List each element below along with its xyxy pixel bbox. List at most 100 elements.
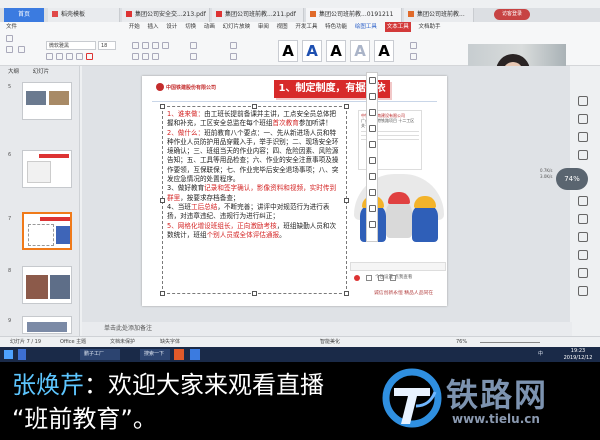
numbering-icon[interactable] (142, 53, 149, 60)
slide-thumb-7[interactable] (22, 212, 72, 250)
tab-template[interactable]: 稻壳模板 (48, 8, 120, 22)
font-name-select[interactable]: 微软雅黑 (46, 41, 96, 50)
mini-tool-icon[interactable] (390, 275, 396, 281)
resize-handle-tl[interactable] (160, 104, 165, 109)
menu-file[interactable]: 文件 (6, 22, 17, 32)
menu-slideshow[interactable]: 幻灯片放映 (223, 22, 251, 32)
shape-fill-icon[interactable] (369, 109, 376, 116)
resize-handle-br[interactable] (344, 291, 349, 296)
taskbar-item-1[interactable]: 鹏子工厂 (80, 349, 120, 360)
properties-icon[interactable] (578, 96, 588, 106)
resize-handle-bl[interactable] (160, 291, 165, 296)
notes-pane[interactable]: 单击此处添加备注 (82, 322, 572, 336)
taskbar-browser-icon[interactable] (190, 349, 200, 360)
tab-ppt-active[interactable]: 集团公司班前教...0191211 (306, 8, 402, 22)
usage-ring[interactable]: 74% (556, 168, 588, 190)
taskbar-ppt-icon[interactable] (174, 349, 184, 360)
text-style-5[interactable]: A (374, 40, 394, 62)
taskbar-app-icon[interactable] (18, 349, 26, 360)
zoom-slider[interactable] (480, 342, 540, 343)
italic-icon[interactable] (56, 53, 63, 60)
mini-tool-icon[interactable] (378, 275, 384, 281)
taskbar-search[interactable]: 搜索一下 (140, 349, 170, 360)
frame-icon[interactable] (369, 173, 376, 180)
text-fill-icon[interactable] (230, 53, 237, 60)
input-language[interactable]: 中 (538, 349, 543, 360)
slide-thumb-9[interactable] (22, 316, 72, 334)
backup-icon[interactable] (578, 214, 588, 224)
animation-icon[interactable] (578, 132, 588, 142)
align-right-icon[interactable] (152, 42, 159, 49)
text-style-4[interactable]: A (350, 40, 370, 62)
text-style-2[interactable]: A (302, 40, 322, 62)
menu-text-tools[interactable]: 文本工具 (384, 22, 411, 32)
mini-tool-icon[interactable] (366, 275, 372, 281)
line-spacing-icon[interactable] (190, 53, 197, 60)
text-style-3[interactable]: A (326, 40, 346, 62)
tab-home[interactable]: 首页 (4, 8, 44, 22)
text-outline-icon[interactable] (410, 53, 417, 60)
menu-insert[interactable]: 插入 (148, 22, 159, 32)
resize-handle-mr[interactable] (344, 198, 349, 203)
system-clock[interactable]: 19:23 2019/12/12 (560, 348, 596, 361)
menu-review[interactable]: 审阅 (258, 22, 269, 32)
text-direction-icon[interactable] (230, 42, 237, 49)
menu-start[interactable]: 开始 (129, 22, 140, 32)
slides-tab[interactable]: 幻灯片 (33, 69, 50, 75)
tab-pdf-1[interactable]: 集团公司安全交...213.pdf (122, 8, 210, 22)
align-center-icon[interactable] (142, 42, 149, 49)
menu-doc-helper[interactable]: 文档助手 (418, 22, 440, 32)
font-size-select[interactable]: 18 (98, 41, 116, 50)
slide-thumb-8[interactable] (22, 266, 72, 304)
menu-transition[interactable]: 切换 (185, 22, 196, 32)
outline-tab[interactable]: 大纲 (8, 69, 19, 75)
slide-thumb-5[interactable] (22, 82, 72, 120)
bullets-icon[interactable] (132, 53, 139, 60)
font-color-icon[interactable] (86, 53, 93, 60)
tab-ppt-2[interactable]: 集团公司班前教... (404, 8, 474, 22)
menu-devtools[interactable]: 开发工具 (295, 22, 317, 32)
menu-design[interactable]: 设计 (166, 22, 177, 32)
text-style-1[interactable]: A (278, 40, 298, 62)
copy-icon[interactable] (18, 46, 25, 53)
layers-icon[interactable] (369, 77, 376, 84)
tab-pdf-2[interactable]: 集团公司班前教...211.pdf (212, 8, 304, 22)
align-icon[interactable] (369, 189, 376, 196)
justify-icon[interactable] (162, 42, 169, 49)
textbox-icon[interactable] (190, 42, 197, 49)
underline-icon[interactable] (66, 53, 73, 60)
slide-thumb-6[interactable] (22, 150, 72, 188)
menu-animation[interactable]: 动画 (204, 22, 215, 32)
help-icon[interactable] (578, 250, 588, 260)
settings-icon[interactable] (578, 268, 588, 278)
paste-icon[interactable] (6, 35, 13, 42)
outline-icon[interactable] (369, 125, 376, 132)
crop-icon[interactable] (369, 157, 376, 164)
menu-features[interactable]: 特色功能 (325, 22, 347, 32)
content-textbox[interactable]: 1、谁来做：由工班长提前备课并主讲，工点安全员总体把握和补充，工区安全总监在每个… (162, 106, 347, 294)
personalize-bar[interactable]: 个性设置 点我查看 (350, 262, 446, 280)
resize-handle-bc[interactable] (252, 291, 257, 296)
resize-handle-ml[interactable] (160, 198, 165, 203)
resize-handle-tr[interactable] (344, 104, 349, 109)
indent-icon[interactable] (152, 53, 159, 60)
cursor-icon[interactable] (578, 114, 588, 124)
brush-icon[interactable] (578, 196, 588, 206)
text-effect-icon[interactable] (410, 42, 417, 49)
theme-icon[interactable] (578, 150, 588, 160)
illustration-group[interactable]: 中铁建华南建设有限公司广州南沙港铁路项目 十二工区 关于印发 个性设置 点我查看… (350, 104, 446, 304)
pen-icon[interactable] (369, 141, 376, 148)
menu-view[interactable]: 视图 (277, 22, 288, 32)
cut-icon[interactable] (6, 46, 13, 53)
start-icon[interactable] (4, 350, 13, 359)
collapse-icon[interactable] (578, 286, 588, 296)
resize-handle-tc[interactable] (252, 104, 257, 109)
strikethrough-icon[interactable] (76, 53, 83, 60)
zoom-in-icon[interactable] (369, 93, 376, 100)
menu-drawing-tools[interactable]: 绘图工具 (355, 22, 377, 32)
bold-icon[interactable] (46, 53, 53, 60)
group-icon[interactable] (369, 205, 376, 212)
visitor-login-button[interactable]: 访客登录 (494, 9, 530, 20)
align-left-icon[interactable] (132, 42, 139, 49)
more-icon[interactable] (369, 221, 376, 228)
